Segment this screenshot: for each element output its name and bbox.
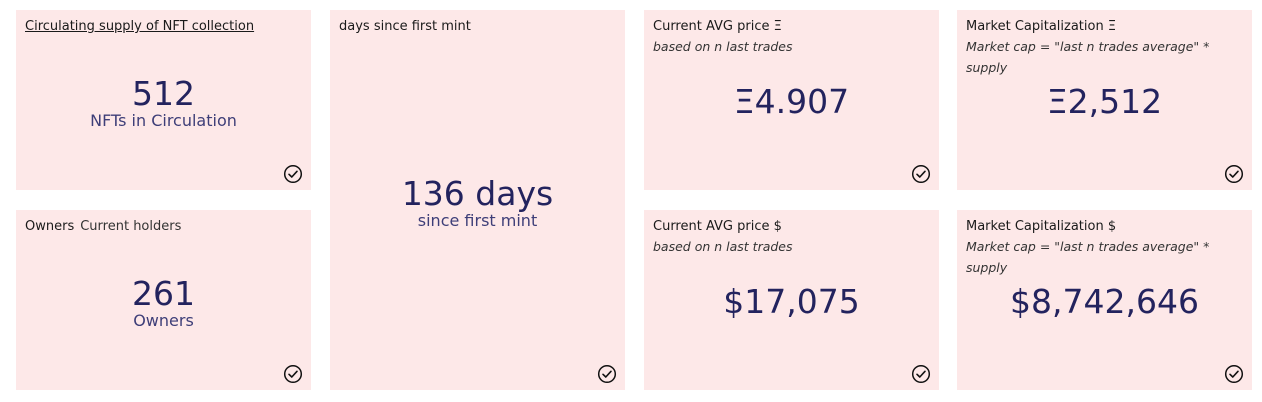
metric: 136 days since first mint	[330, 176, 625, 230]
card-market-cap-usd: Market Capitalization $ Market cap = "la…	[957, 210, 1252, 390]
metric: Ξ2,512	[957, 84, 1252, 120]
card-title: Market Capitalization Ξ	[966, 19, 1117, 34]
card-market-cap-eth: Market Capitalization Ξ Market cap = "la…	[957, 10, 1252, 190]
metric-value: Ξ4.907	[733, 82, 850, 121]
card-days-since-mint: days since first mint 136 days since fir…	[330, 10, 625, 390]
card-title-text: Owners	[25, 219, 75, 234]
card-circulating-supply: Circulating supply of NFT collection 512…	[16, 10, 311, 190]
card-title: days since first mint	[339, 19, 471, 34]
metric-unit: NFTs in Circulation	[90, 111, 237, 130]
metric-value: $8,742,646	[1010, 282, 1199, 321]
card-owners: Owners Current holders 261 Owners	[16, 210, 311, 390]
card-title: Market Capitalization $	[966, 219, 1117, 234]
check-circle-icon[interactable]	[283, 164, 303, 184]
metric: Ξ4.907	[644, 84, 939, 120]
check-circle-icon[interactable]	[1224, 164, 1244, 184]
card-title: Current AVG price Ξ	[653, 19, 782, 34]
card-title-link[interactable]: Circulating supply of NFT collection	[25, 18, 302, 36]
check-circle-icon[interactable]	[597, 364, 617, 384]
metric-value: 512	[132, 74, 195, 113]
check-circle-icon[interactable]	[1224, 364, 1244, 384]
metric: 261 Owners	[16, 276, 311, 330]
card-avg-price-eth: Current AVG price Ξ based on n last trad…	[644, 10, 939, 190]
metric: $8,742,646	[957, 284, 1252, 320]
card-subtitle: Market cap = "last n trades average" * s…	[966, 239, 1210, 275]
metric-unit: since first mint	[417, 211, 538, 230]
metric-value: 261	[132, 274, 195, 313]
card-title: Owners Current holders	[25, 218, 302, 236]
check-circle-icon[interactable]	[911, 364, 931, 384]
check-circle-icon[interactable]	[911, 164, 931, 184]
metric-value: $17,075	[723, 282, 860, 321]
card-title: Current AVG price $	[653, 219, 782, 234]
card-avg-price-usd: Current AVG price $ based on n last trad…	[644, 210, 939, 390]
check-circle-icon[interactable]	[283, 364, 303, 384]
card-subtitle: based on n last trades	[653, 239, 793, 254]
metric-value: Ξ2,512	[1046, 82, 1163, 121]
metric-value: 136 days	[401, 174, 554, 213]
card-subtitle: Current holders	[80, 219, 182, 234]
metric: 512 NFTs in Circulation	[16, 76, 311, 130]
card-subtitle: Market cap = "last n trades average" * s…	[966, 39, 1210, 75]
metric: $17,075	[644, 284, 939, 320]
card-subtitle: based on n last trades	[653, 39, 793, 54]
metric-unit: Owners	[133, 311, 194, 330]
